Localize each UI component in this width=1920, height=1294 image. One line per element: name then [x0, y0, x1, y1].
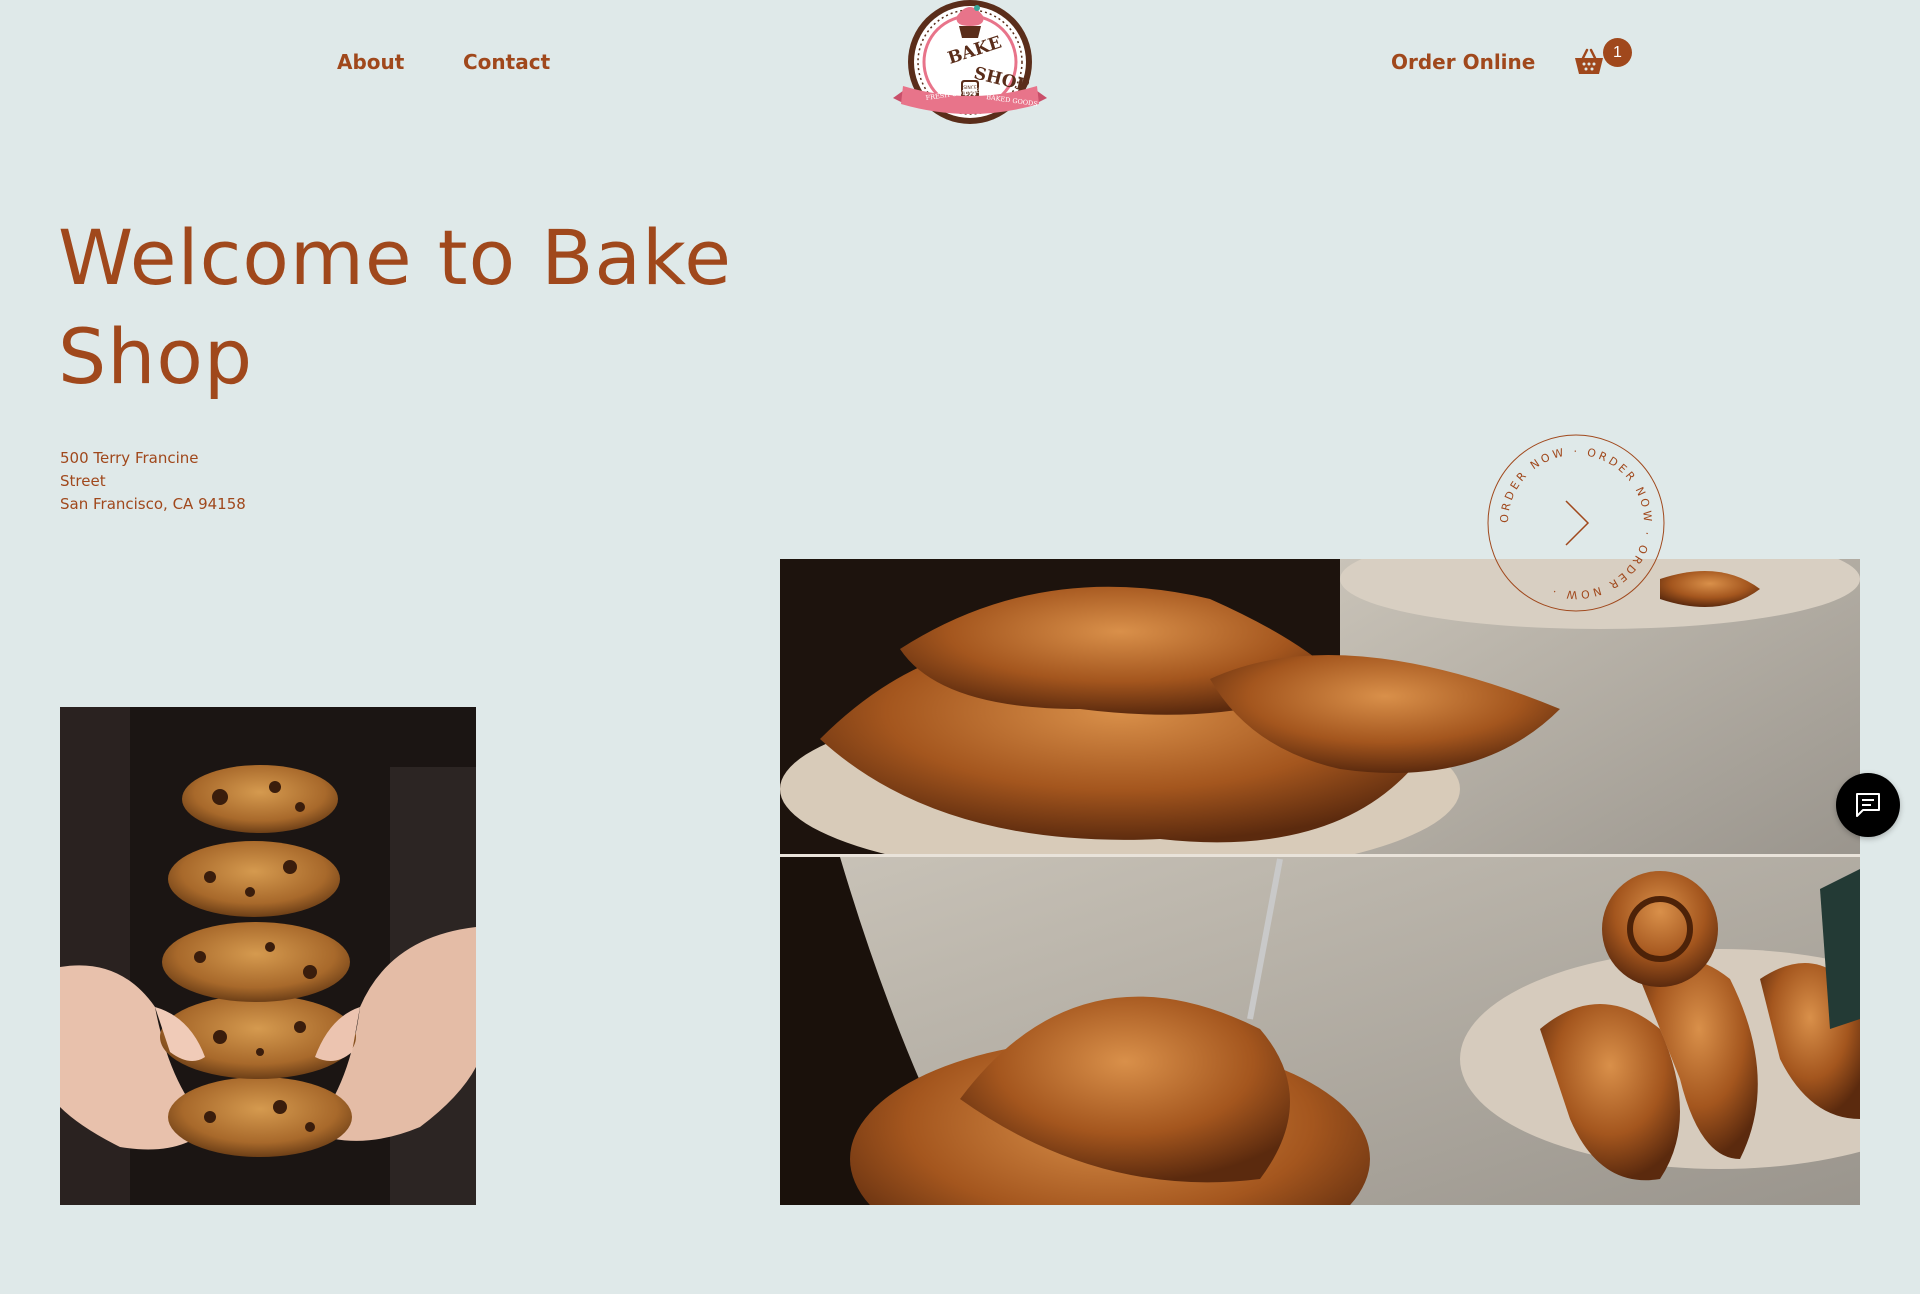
- nav-contact-link[interactable]: Contact: [463, 50, 550, 74]
- pastries-photo: [780, 559, 1860, 1205]
- chat-button[interactable]: [1836, 773, 1900, 837]
- page-title: Welcome to Bake Shop: [58, 213, 733, 401]
- basket-icon: [1575, 48, 1603, 74]
- cookies-photo: [60, 707, 476, 1205]
- order-online-link[interactable]: Order Online: [1391, 50, 1535, 74]
- address-line-1: 500 Terry Francine: [60, 449, 199, 467]
- bake-shop-logo[interactable]: BAKE SHOP SINCE 1921 FRESH COFFEE BAKED …: [891, 0, 1049, 132]
- nav-about-link[interactable]: About: [337, 50, 404, 74]
- order-now-ring-text: ORDER NOW · ORDER NOW · ORDER NOW ·: [1498, 445, 1652, 601]
- order-now-badge[interactable]: ORDER NOW · ORDER NOW · ORDER NOW ·: [1486, 433, 1666, 613]
- chat-icon: [1856, 793, 1880, 817]
- address-block: 500 Terry Francine Street San Francisco,…: [60, 447, 246, 516]
- address-line-3: San Francisco, CA 94158: [60, 495, 246, 513]
- svg-text:ORDER NOW · ORDER NOW · ORDER: ORDER NOW · ORDER NOW · ORDER NOW ·: [1498, 445, 1655, 601]
- chevron-right-icon: [1565, 500, 1590, 546]
- address-line-2: Street: [60, 472, 106, 490]
- cart-button[interactable]: 1: [1573, 38, 1643, 84]
- cart-count-badge: 1: [1603, 38, 1632, 67]
